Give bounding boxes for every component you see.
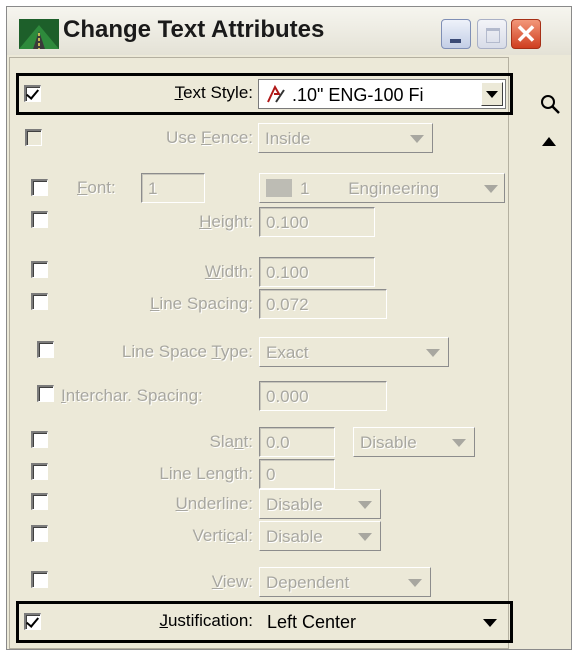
line-space-type-dropdown[interactable]: Exact: [259, 337, 449, 367]
line-space-type-row: Line Space Type: Exact: [7, 333, 571, 369]
vertical-label: Vertical:: [192, 526, 254, 545]
underline-dropdown[interactable]: Disable: [259, 489, 381, 519]
view-checkbox[interactable]: [31, 571, 48, 588]
width-checkbox[interactable]: [31, 261, 48, 278]
slant-field[interactable]: 0.0: [259, 427, 335, 457]
width-row: Width: 0.100: [7, 253, 571, 289]
vertical-checkbox[interactable]: [31, 525, 48, 542]
close-icon: ✕: [515, 19, 537, 49]
height-checkbox[interactable]: [31, 211, 48, 228]
height-label: Height:: [199, 212, 253, 231]
interchar-spacing-row: Interchar. Spacing: 0.000: [7, 377, 571, 413]
search-icon[interactable]: [539, 93, 561, 115]
line-length-label: Line Length:: [159, 464, 253, 483]
minimize-button[interactable]: [441, 19, 471, 49]
underline-label: Underline:: [175, 494, 254, 513]
text-style-label: Text Style:: [174, 83, 253, 102]
font-row: Font: 1 1 Engineering: [7, 169, 571, 205]
font-preview-icon: [266, 179, 292, 197]
line-spacing-field[interactable]: 0.072: [259, 289, 387, 319]
chevron-down-icon: [483, 619, 497, 627]
vertical-row: Vertical: Disable: [7, 517, 571, 553]
interchar-spacing-checkbox[interactable]: [37, 385, 54, 402]
text-style-dropdown[interactable]: .10" ENG-100 Fi: [258, 79, 506, 109]
vertical-dropdown[interactable]: Disable: [259, 521, 381, 551]
width-label: Width:: [204, 262, 253, 281]
use-fence-dropdown[interactable]: Inside: [258, 123, 433, 153]
line-spacing-label: Line Spacing:: [149, 294, 253, 313]
line-spacing-row: Line Spacing: 0.072: [7, 285, 571, 321]
line-spacing-checkbox[interactable]: [31, 293, 48, 310]
justification-row: Justification: Left Center: [7, 601, 571, 643]
underline-row: Underline: Disable: [7, 485, 571, 521]
maximize-button[interactable]: [477, 19, 507, 49]
text-style-value: .10" ENG-100 Fi: [292, 85, 424, 105]
use-fence-checkbox[interactable]: [25, 129, 42, 146]
change-text-attributes-window: Change Text Attributes ✕ Text Style: .10…: [6, 6, 572, 650]
line-length-checkbox[interactable]: [31, 463, 48, 480]
view-label: View:: [211, 572, 253, 591]
text-style-row: Text Style: .10" ENG-100 Fi: [7, 73, 571, 115]
height-field[interactable]: 0.100: [259, 207, 375, 237]
width-field[interactable]: 0.100: [259, 257, 375, 287]
slant-row: Slant: 0.0 Disable: [7, 423, 571, 459]
slant-checkbox[interactable]: [31, 431, 48, 448]
use-fence-row: Use Fence: Inside: [7, 119, 571, 155]
text-style-dropdown-button[interactable]: [481, 82, 503, 106]
underline-checkbox[interactable]: [31, 493, 48, 510]
slant-mode-dropdown[interactable]: Disable: [353, 427, 475, 457]
font-number-field[interactable]: 1: [141, 173, 205, 203]
window-title: Change Text Attributes: [63, 16, 325, 43]
slant-label: Slant:: [209, 432, 254, 451]
view-row: View: Dependent: [7, 563, 571, 599]
interchar-spacing-label: Interchar. Spacing:: [61, 386, 203, 405]
text-style-icon: [267, 84, 285, 103]
font-checkbox[interactable]: [31, 179, 48, 196]
title-bar[interactable]: Change Text Attributes ✕: [7, 7, 571, 55]
view-dropdown[interactable]: Dependent: [259, 567, 431, 597]
line-space-type-checkbox[interactable]: [37, 341, 54, 358]
line-space-type-label: Line Space Type:: [121, 342, 253, 361]
justification-checkbox[interactable]: [24, 613, 41, 630]
justification-dropdown[interactable]: Left Center: [259, 607, 505, 637]
text-style-checkbox[interactable]: [24, 85, 41, 102]
justification-label: Justification:: [159, 611, 253, 630]
interchar-spacing-field[interactable]: 0.000: [259, 381, 387, 411]
use-fence-label: Use Fence:: [166, 128, 253, 147]
font-label: Font:: [77, 178, 116, 197]
app-icon: [19, 19, 59, 49]
height-row: Height: 0.100: [7, 203, 571, 239]
close-button[interactable]: ✕: [511, 19, 541, 49]
font-dropdown[interactable]: 1 Engineering: [259, 173, 505, 203]
